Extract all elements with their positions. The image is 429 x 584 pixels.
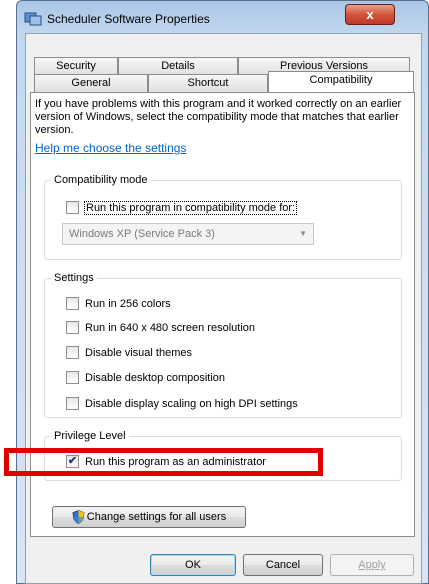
shield-icon xyxy=(72,510,85,525)
os-version-selected: Windows XP (Service Pack 3) xyxy=(69,228,215,240)
change-settings-label: Change settings for all users xyxy=(86,511,227,523)
tab-details[interactable]: Details xyxy=(118,57,238,75)
run-as-admin-row[interactable]: ✔ Run this program as an administrator xyxy=(66,455,266,468)
run-as-admin-label: Run this program as an administrator xyxy=(85,455,266,468)
compatibility-mode-checkbox-row[interactable]: Run this program in compatibility mode f… xyxy=(66,200,298,215)
setting-label: Run in 256 colors xyxy=(85,297,171,310)
setting-checkbox[interactable] xyxy=(66,321,79,334)
setting-checkbox[interactable] xyxy=(66,346,79,359)
setting-row[interactable]: Disable desktop composition xyxy=(66,371,225,384)
tab-security[interactable]: Security xyxy=(34,57,118,75)
program-icon xyxy=(24,12,42,26)
privilege-level-label: Privilege Level xyxy=(51,430,129,442)
setting-label: Run in 640 x 480 screen resolution xyxy=(85,321,255,334)
setting-row[interactable]: Disable visual themes xyxy=(66,346,192,359)
setting-checkbox[interactable] xyxy=(66,297,79,310)
checkmark-icon: ✔ xyxy=(67,455,78,467)
run-as-admin-checkbox[interactable]: ✔ xyxy=(66,455,79,468)
close-button[interactable]: x xyxy=(345,4,395,25)
compatibility-mode-checkbox[interactable] xyxy=(66,201,79,214)
ok-button[interactable]: OK xyxy=(150,554,236,576)
settings-label: Settings xyxy=(51,272,97,284)
setting-checkbox[interactable] xyxy=(66,397,79,410)
setting-label: Disable display scaling on high DPI sett… xyxy=(85,397,298,410)
setting-row[interactable]: Run in 640 x 480 screen resolution xyxy=(66,321,255,334)
setting-label: Disable desktop composition xyxy=(85,371,226,384)
compatibility-mode-group: Compatibility mode xyxy=(44,174,402,260)
os-version-select[interactable]: Windows XP (Service Pack 3) ▼ xyxy=(62,223,314,245)
tab-compatibility[interactable]: Compatibility xyxy=(268,71,414,92)
compatibility-mode-label: Compatibility mode xyxy=(51,174,151,186)
compatibility-mode-checkbox-label: Run this program in compatibility mode f… xyxy=(83,200,298,215)
setting-label: Disable visual themes xyxy=(85,346,192,359)
help-link[interactable]: Help me choose the settings xyxy=(35,141,186,155)
setting-row[interactable]: Disable display scaling on high DPI sett… xyxy=(66,397,298,410)
tab-general[interactable]: General xyxy=(34,74,148,92)
window-title: Scheduler Software Properties xyxy=(47,12,210,26)
change-settings-button[interactable]: Change settings for all users xyxy=(52,506,246,528)
apply-button[interactable]: Apply xyxy=(330,554,414,576)
intro-text: If you have problems with this program a… xyxy=(35,98,402,136)
chevron-down-icon: ▼ xyxy=(299,229,307,238)
tab-shortcut[interactable]: Shortcut xyxy=(148,74,268,92)
setting-checkbox[interactable] xyxy=(66,371,79,384)
cancel-button[interactable]: Cancel xyxy=(243,554,323,576)
setting-row[interactable]: Run in 256 colors xyxy=(66,297,171,310)
